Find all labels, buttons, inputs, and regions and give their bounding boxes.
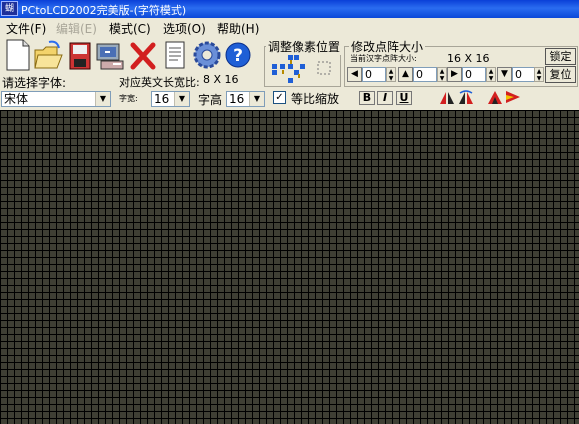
chevron-down-icon[interactable]: ▼ xyxy=(95,92,110,106)
menu-file[interactable]: 文件(F) xyxy=(6,20,46,37)
help-question-icon[interactable]: ? xyxy=(223,38,253,72)
font-height-label: 字高 xyxy=(198,93,223,107)
menu-bar: 文件(F) 编辑(E) 模式(C) 选项(O) 帮助(H) xyxy=(0,18,579,36)
dot-matrix-grid[interactable] xyxy=(0,110,579,424)
top-size-input[interactable]: 0 xyxy=(413,67,437,82)
font-height-select[interactable]: 16 ▼ xyxy=(226,91,265,107)
move-left-icon[interactable] xyxy=(272,62,280,72)
pixel-position-title: 调整像素位置 xyxy=(266,38,343,55)
flip-vertical-icon[interactable] xyxy=(486,89,504,106)
proportional-checkbox[interactable]: ✓ xyxy=(273,91,286,104)
font-width-label: 字宽: xyxy=(119,94,138,103)
shrink-right-icon[interactable]: ▶ xyxy=(447,67,462,82)
move-down-icon[interactable] xyxy=(288,76,296,84)
bottom-size-input[interactable]: 0 xyxy=(512,67,536,82)
save-disk-icon[interactable] xyxy=(65,38,95,72)
chevron-down-icon[interactable]: ▼ xyxy=(174,92,189,106)
svg-text:?: ? xyxy=(233,46,243,66)
menu-mode[interactable]: 模式(C) xyxy=(109,20,151,37)
reset-button[interactable]: 复位 xyxy=(545,66,576,83)
font-name-select[interactable]: 宋体 ▼ xyxy=(1,91,111,107)
new-file-icon[interactable] xyxy=(3,38,33,72)
menu-help[interactable]: 帮助(H) xyxy=(217,20,259,37)
top-size-stepper[interactable]: ▲ ▼ xyxy=(437,67,447,82)
settings-gear-icon[interactable] xyxy=(192,38,222,72)
open-folder-icon[interactable] xyxy=(33,38,63,72)
shrink-top-icon[interactable]: ▲ xyxy=(398,67,413,82)
proportional-label: 等比缩放 xyxy=(291,92,340,106)
menu-options[interactable]: 选项(O) xyxy=(163,20,206,37)
window-title: PCtoLCD2002完美版-(字符模式) xyxy=(21,4,187,17)
document-icon[interactable] xyxy=(160,38,190,72)
right-size-stepper[interactable]: ▲ ▼ xyxy=(486,67,496,82)
flip-horizontal-icon[interactable] xyxy=(438,89,456,106)
right-size-input[interactable]: 0 xyxy=(462,67,486,82)
move-right-icon[interactable] xyxy=(300,62,308,72)
underline-button[interactable]: U xyxy=(396,91,412,105)
bottom-size-stepper[interactable]: ▲ ▼ xyxy=(534,67,544,82)
shrink-bottom-icon[interactable]: ▼ xyxy=(497,67,512,82)
mirror-icon[interactable] xyxy=(504,89,522,106)
font-width-select[interactable]: 16 ▼ xyxy=(151,91,190,107)
move-up-icon[interactable] xyxy=(284,52,292,60)
select-font-label: 请选择字体: xyxy=(2,76,67,90)
left-size-input[interactable]: 0 xyxy=(362,67,386,82)
ratio-value: 8 X 16 xyxy=(203,73,239,86)
bold-button[interactable]: B xyxy=(359,91,375,105)
app-icon: 蝴 xyxy=(1,1,18,16)
delete-x-icon[interactable] xyxy=(128,38,158,72)
current-size-label: 当前汉字点阵大小: xyxy=(350,54,417,63)
current-size-value: 16 X 16 xyxy=(447,52,490,65)
menu-edit[interactable]: 编辑(E) xyxy=(56,20,97,37)
lock-button[interactable]: 锁定 xyxy=(545,48,576,65)
shrink-left-icon[interactable]: ◀ xyxy=(347,67,362,82)
generate-code-icon[interactable] xyxy=(95,38,125,72)
left-size-stepper[interactable]: ▲ ▼ xyxy=(386,67,396,82)
chevron-down-icon[interactable]: ▼ xyxy=(249,92,264,106)
italic-button[interactable]: I xyxy=(377,91,393,105)
rotate-icon[interactable] xyxy=(457,89,475,106)
ratio-label: 对应英文长宽比: xyxy=(119,76,200,89)
